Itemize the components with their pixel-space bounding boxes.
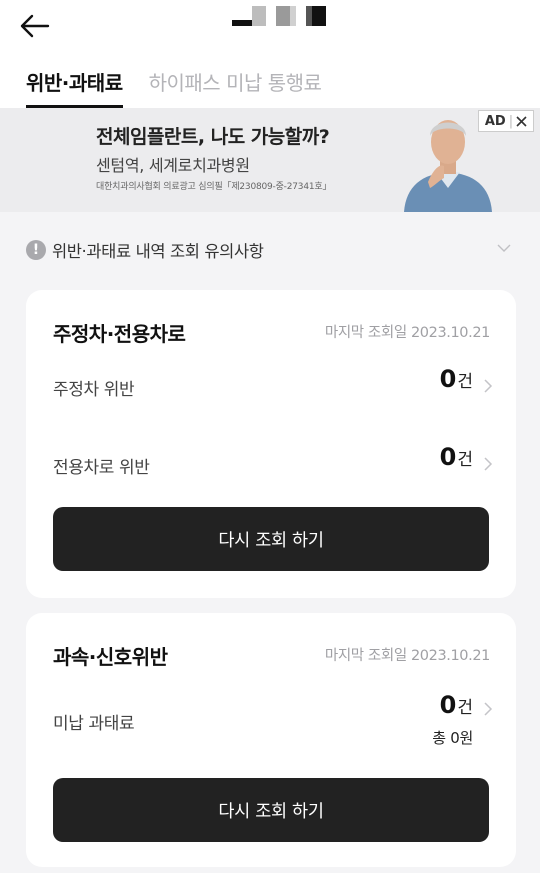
count-unit: 건 bbox=[457, 450, 473, 470]
row-parking-violation[interactable]: 주정차 위반 0 건 bbox=[53, 365, 493, 405]
chevron-right-icon bbox=[484, 379, 493, 393]
row-unpaid-fines[interactable]: 미납 과태료 0 건 총 0원 bbox=[53, 691, 493, 751]
back-button[interactable] bbox=[18, 12, 52, 40]
fine-count: 0 bbox=[439, 691, 457, 719]
row-lane-violation[interactable]: 전용차로 위반 0 건 bbox=[53, 443, 493, 483]
ad-banner[interactable]: 전체임플란트, 나도 가능할까? 센텀역, 세계로치과병원 대한치과의사협회 의… bbox=[0, 108, 540, 212]
close-icon[interactable] bbox=[516, 115, 527, 127]
exclamation-icon: ! bbox=[26, 240, 46, 260]
ad-title: 전체임플란트, 나도 가능할까? bbox=[96, 126, 330, 148]
row-value: 0 건 bbox=[440, 443, 473, 471]
re-check-button[interactable]: 다시 조회 하기 bbox=[53, 778, 489, 842]
ad-badge[interactable]: AD | bbox=[478, 110, 534, 132]
arrow-left-icon bbox=[20, 14, 50, 38]
last-checked-date: 마지막 조회일 2023.10.21 bbox=[324, 325, 490, 341]
row-value: 0 건 bbox=[440, 365, 473, 393]
last-checked-date: 마지막 조회일 2023.10.21 bbox=[324, 648, 490, 664]
parking-lane-card: 주정차·전용차로 마지막 조회일 2023.10.21 주정차 위반 0 건 전… bbox=[26, 290, 516, 598]
notice-text: 위반·과태료 내역 조회 유의사항 bbox=[52, 242, 264, 261]
ad-subtitle: 센텀역, 세계로치과병원 bbox=[96, 156, 250, 175]
tab-violations-fines[interactable]: 위반·과태료 bbox=[26, 67, 123, 108]
tab-bar: 위반·과태료 하이패스 미납 통행료 bbox=[0, 52, 540, 108]
speed-signal-card: 과속·신호위반 마지막 조회일 2023.10.21 미납 과태료 0 건 총 … bbox=[26, 613, 516, 867]
card-title: 주정차·전용차로 bbox=[53, 322, 186, 346]
row-label: 주정차 위반 bbox=[53, 380, 135, 400]
total-amount: 총 0원 bbox=[432, 729, 473, 747]
tab-hipass-unpaid-tolls[interactable]: 하이패스 미납 통행료 bbox=[149, 67, 322, 108]
top-bar bbox=[0, 0, 540, 52]
page-title-obscured bbox=[232, 6, 326, 26]
ad-approval-note: 대한치과의사협회 의료광고 심의필「제230809-중-27341호」 bbox=[96, 182, 332, 192]
card-title: 과속·신호위반 bbox=[53, 645, 168, 669]
row-label: 전용차로 위반 bbox=[53, 458, 150, 478]
count-unit: 건 bbox=[457, 372, 473, 392]
re-check-button[interactable]: 다시 조회 하기 bbox=[53, 507, 489, 571]
count-unit: 건 bbox=[457, 698, 473, 718]
chevron-down-icon bbox=[497, 244, 511, 252]
row-label: 미납 과태료 bbox=[53, 714, 135, 734]
chevron-right-icon bbox=[484, 702, 493, 716]
violation-count: 0 bbox=[439, 443, 457, 471]
violation-count: 0 bbox=[439, 365, 457, 393]
notice-toggle[interactable]: ! 위반·과태료 내역 조회 유의사항 bbox=[26, 236, 516, 264]
chevron-right-icon bbox=[484, 457, 493, 471]
row-value: 0 건 bbox=[440, 691, 473, 719]
ad-label: AD bbox=[484, 113, 506, 129]
